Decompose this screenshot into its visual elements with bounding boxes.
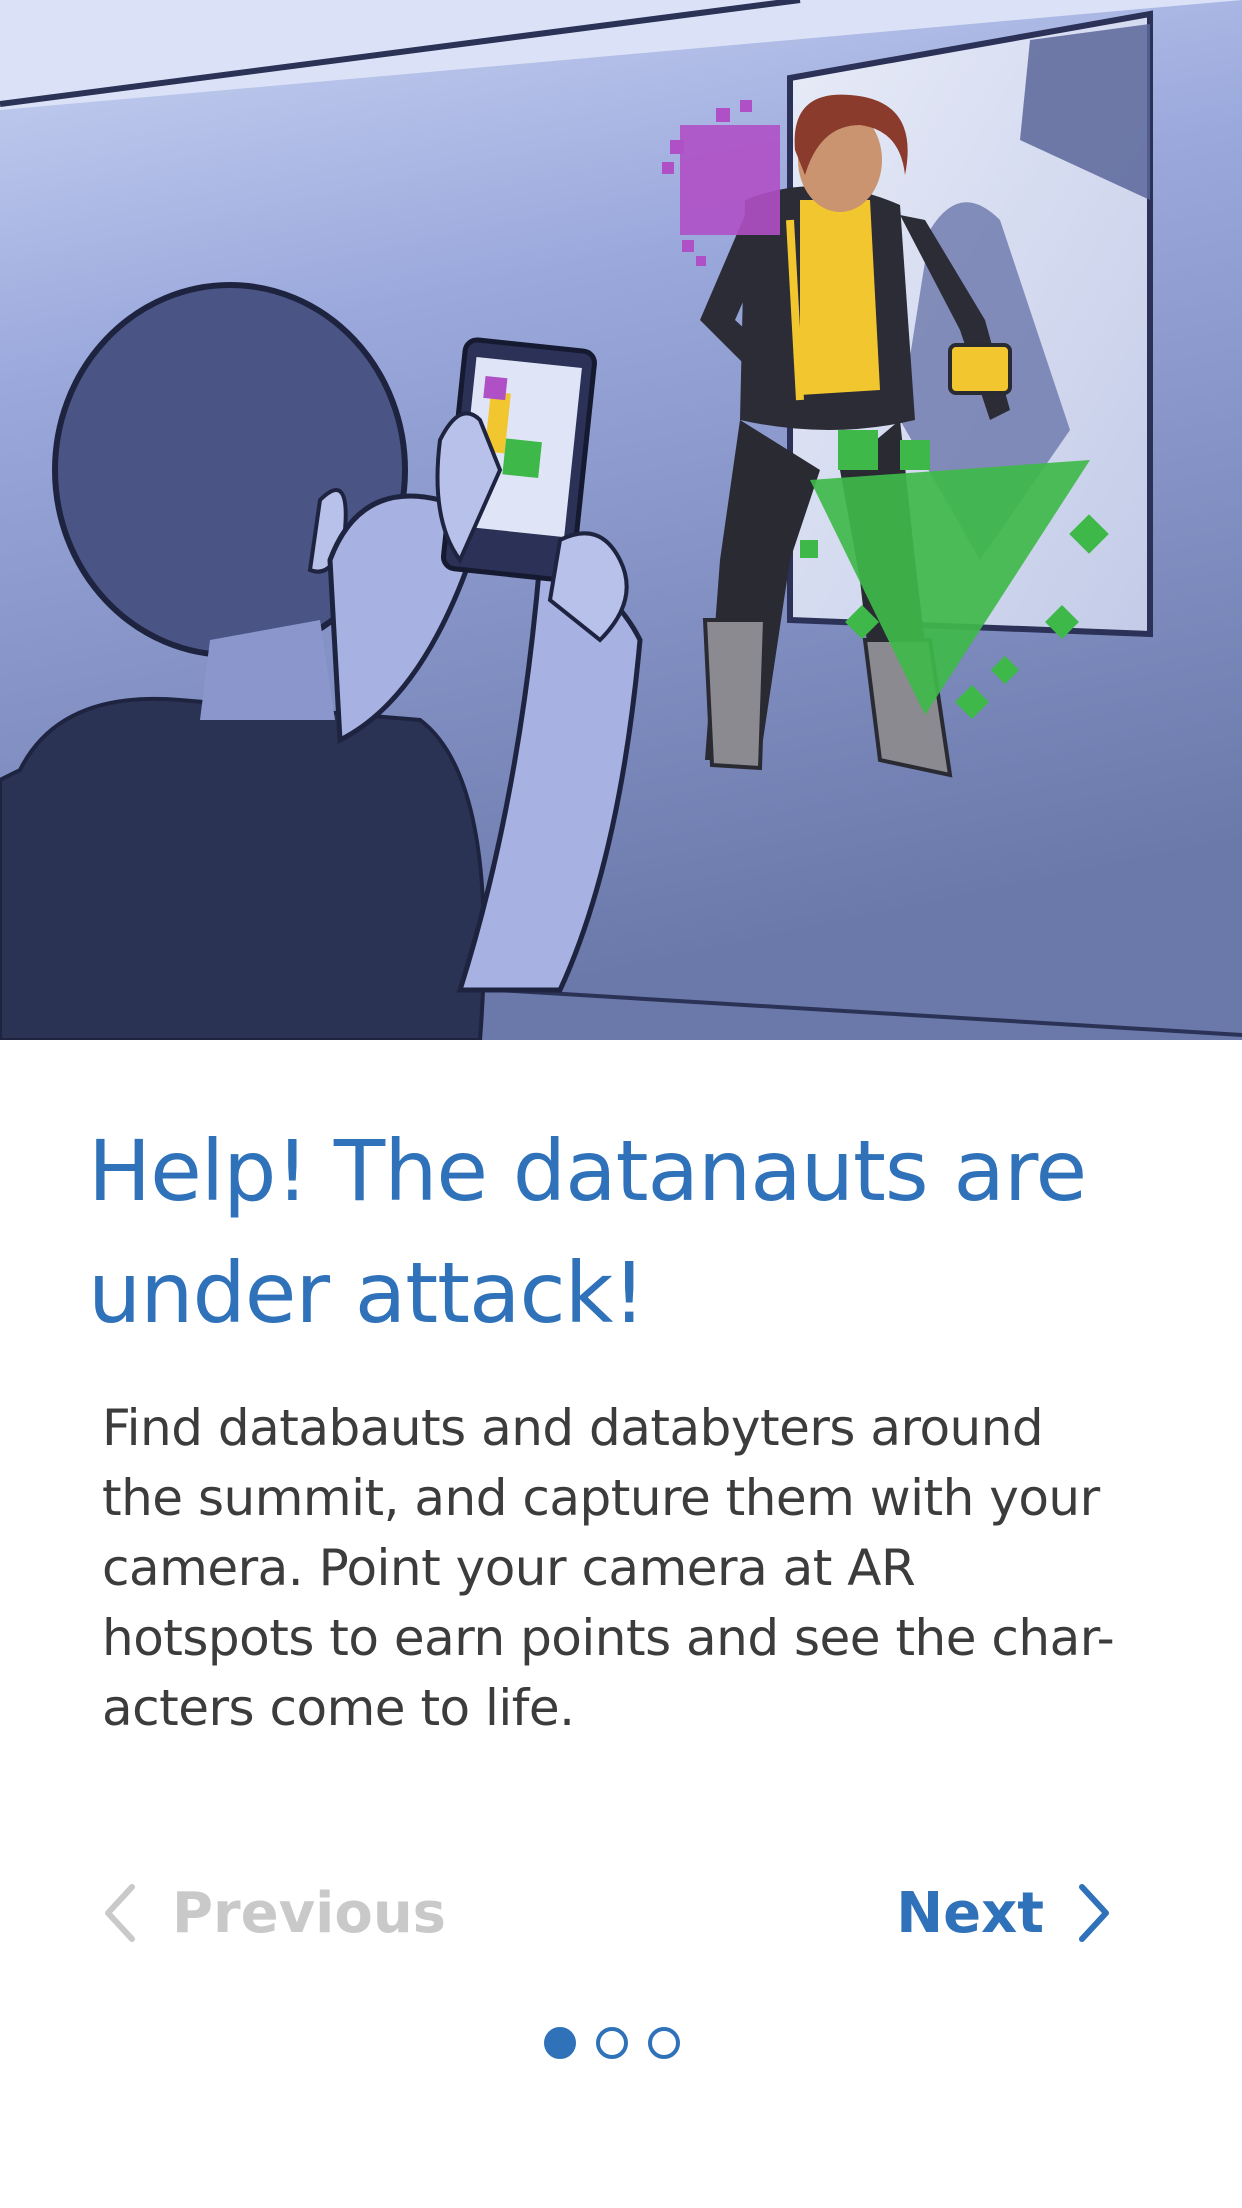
next-button[interactable]: Next	[896, 1878, 1114, 1948]
chevron-left-icon	[100, 1883, 140, 1943]
description-text: Find databauts and databyters around the…	[102, 1399, 1115, 1737]
page-dot-1[interactable]	[544, 2027, 576, 2059]
page-dot-2[interactable]	[596, 2027, 628, 2059]
hero-illustration	[0, 0, 1242, 1040]
previous-label: Previous	[172, 1880, 447, 1946]
page-dot-3[interactable]	[648, 2027, 680, 2059]
page-indicator	[544, 2027, 680, 2059]
previous-button[interactable]: Previous	[100, 1878, 446, 1948]
page-title: Help! The datanauts are under attack!	[88, 1122, 1087, 1342]
chevron-right-icon	[1074, 1883, 1114, 1943]
onboarding-screen: Help! The datanauts are under attack! Fi…	[0, 0, 1242, 2208]
next-label: Next	[896, 1880, 1044, 1946]
